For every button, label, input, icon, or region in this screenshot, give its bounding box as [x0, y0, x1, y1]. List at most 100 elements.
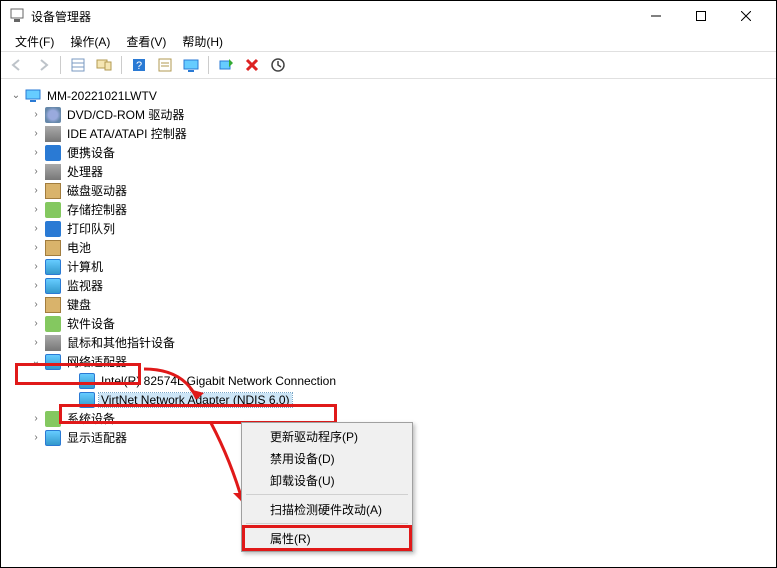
tree-item[interactable]: › 处理器: [7, 162, 772, 181]
tree-item[interactable]: › 鼠标和其他指针设备: [7, 333, 772, 352]
menubar: 文件(F) 操作(A) 查看(V) 帮助(H): [1, 31, 776, 51]
tree-item[interactable]: › 磁盘驱动器: [7, 181, 772, 200]
chevron-right-icon[interactable]: ›: [29, 241, 43, 255]
network-adapter-icon: [79, 392, 95, 408]
toolbar-show-hidden-button[interactable]: [66, 54, 90, 76]
toolbar-forward-button[interactable]: [31, 54, 55, 76]
nic-intel-label: Intel(R) 82574L Gigabit Network Connecti…: [99, 374, 338, 388]
chevron-right-icon[interactable]: ›: [29, 336, 43, 350]
computer-icon: [25, 88, 41, 104]
toolbar-help-button[interactable]: ?: [127, 54, 151, 76]
tree-item-label: 鼠标和其他指针设备: [65, 334, 177, 351]
ctx-disable-device[interactable]: 禁用设备(D): [244, 447, 410, 469]
toolbar-monitor-button[interactable]: [179, 54, 203, 76]
tree-item[interactable]: ›存储控制器: [7, 200, 772, 219]
toolbar-separator: [60, 56, 61, 74]
menu-file[interactable]: 文件(F): [7, 31, 62, 52]
tree-item-label: DVD/CD-ROM 驱动器: [65, 106, 186, 123]
chevron-right-icon[interactable]: ›: [29, 412, 43, 426]
menu-help[interactable]: 帮助(H): [174, 31, 231, 52]
tree-item-label: 磁盘驱动器: [65, 182, 129, 199]
network-adapters-label: 网络适配器: [65, 353, 129, 370]
spacer: [63, 393, 77, 407]
chevron-down-icon[interactable]: ⌄: [29, 355, 43, 369]
device-category-icon: [45, 126, 61, 142]
tree-item-nic-virtnet[interactable]: VirtNet Network Adapter (NDIS 6.0): [7, 390, 772, 409]
maximize-button[interactable]: [678, 2, 723, 31]
chevron-right-icon[interactable]: ›: [29, 127, 43, 141]
tree-item-label: 系统设备: [65, 410, 117, 427]
chevron-right-icon[interactable]: ›: [29, 431, 43, 445]
device-category-icon: [45, 259, 61, 275]
spacer: [63, 374, 77, 388]
tree-item-label: 监视器: [65, 277, 105, 294]
tree-item[interactable]: › DVD/CD-ROM 驱动器: [7, 105, 772, 124]
toolbar-update-button[interactable]: [266, 54, 290, 76]
tree-item-label: 处理器: [65, 163, 105, 180]
device-category-icon: [45, 164, 61, 180]
tree-item[interactable]: › 便携设备: [7, 143, 772, 162]
toolbar-properties-button[interactable]: [153, 54, 177, 76]
titlebar: 设备管理器: [1, 1, 776, 31]
menu-action[interactable]: 操作(A): [62, 31, 118, 52]
tree-item-label: 计算机: [65, 258, 105, 275]
chevron-right-icon[interactable]: ›: [29, 222, 43, 236]
tree-item[interactable]: › 软件设备: [7, 314, 772, 333]
device-category-icon: [45, 297, 61, 313]
chevron-right-icon[interactable]: ›: [29, 203, 43, 217]
device-category-icon: [45, 411, 61, 427]
ctx-scan-hardware[interactable]: 扫描检测硬件改动(A): [244, 498, 410, 520]
toolbar-back-button[interactable]: [5, 54, 29, 76]
chevron-right-icon[interactable]: ›: [29, 108, 43, 122]
chevron-right-icon[interactable]: ›: [29, 317, 43, 331]
device-category-icon: [45, 145, 61, 161]
device-category-icon: [45, 202, 61, 218]
tree-item[interactable]: ›电池: [7, 238, 772, 257]
tree-item-label: 键盘: [65, 296, 93, 313]
tree-item[interactable]: › 打印队列: [7, 219, 772, 238]
ctx-update-driver[interactable]: 更新驱动程序(P): [244, 425, 410, 447]
device-category-icon: [45, 278, 61, 294]
tree-item[interactable]: › 监视器: [7, 276, 772, 295]
ctx-separator: [246, 494, 408, 495]
network-adapter-icon: [79, 373, 95, 389]
tree-item[interactable]: › 键盘: [7, 295, 772, 314]
tree-root[interactable]: ⌄ MM-20221021LWTV: [7, 86, 772, 105]
device-category-icon: [45, 221, 61, 237]
toolbar-device-button[interactable]: [92, 54, 116, 76]
tree-item-label: 显示适配器: [65, 429, 129, 446]
chevron-right-icon[interactable]: ›: [29, 298, 43, 312]
minimize-button[interactable]: [633, 2, 678, 31]
toolbar-separator: [208, 56, 209, 74]
svg-text:?: ?: [136, 60, 142, 72]
tree-item[interactable]: › 计算机: [7, 257, 772, 276]
chevron-right-icon[interactable]: ›: [29, 146, 43, 160]
chevron-right-icon[interactable]: ›: [29, 184, 43, 198]
tree-item-nic-intel[interactable]: Intel(R) 82574L Gigabit Network Connecti…: [7, 371, 772, 390]
nic-virtnet-label: VirtNet Network Adapter (NDIS 6.0): [99, 393, 292, 407]
toolbar-scan-button[interactable]: [214, 54, 238, 76]
window-controls: [633, 2, 768, 31]
tree-item-label: 打印队列: [65, 220, 117, 237]
tree-item-label: 便携设备: [65, 144, 117, 161]
tree-item-network-adapters[interactable]: ⌄ 网络适配器: [7, 352, 772, 371]
ctx-uninstall-device[interactable]: 卸载设备(U): [244, 469, 410, 491]
chevron-right-icon[interactable]: ›: [29, 165, 43, 179]
chevron-down-icon[interactable]: ⌄: [9, 89, 23, 103]
chevron-right-icon[interactable]: ›: [29, 260, 43, 274]
device-category-icon: [45, 183, 61, 199]
menu-view[interactable]: 查看(V): [118, 31, 174, 52]
close-button[interactable]: [723, 2, 768, 31]
tree-item[interactable]: ›IDE ATA/ATAPI 控制器: [7, 124, 772, 143]
tree-item-label: 软件设备: [65, 315, 117, 332]
toolbar-remove-button[interactable]: [240, 54, 264, 76]
chevron-right-icon[interactable]: ›: [29, 279, 43, 293]
app-icon: [9, 8, 25, 24]
tree-root-label: MM-20221021LWTV: [45, 89, 159, 103]
device-category-icon: [45, 107, 61, 123]
context-menu: 更新驱动程序(P) 禁用设备(D) 卸载设备(U) 扫描检测硬件改动(A) 属性…: [241, 422, 413, 552]
ctx-separator: [246, 523, 408, 524]
ctx-properties[interactable]: 属性(R): [244, 527, 410, 549]
toolbar-separator: [121, 56, 122, 74]
device-category-icon: [45, 316, 61, 332]
